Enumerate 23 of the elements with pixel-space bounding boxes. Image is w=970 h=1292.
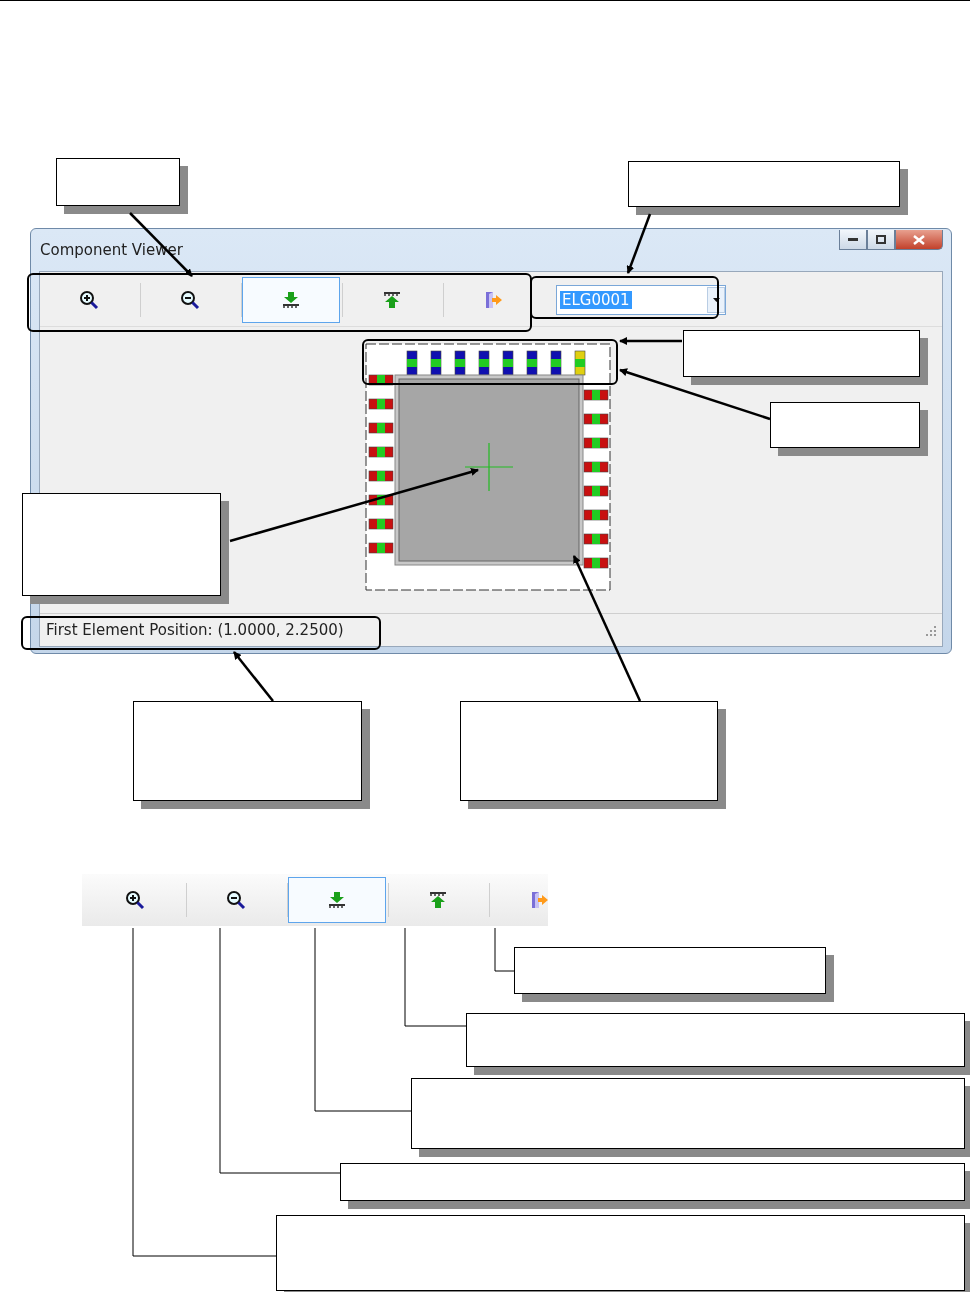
arrow-up-from-line-icon (382, 291, 402, 309)
leader-line (494, 927, 515, 972)
maximize-icon (876, 235, 886, 244)
maximize-button[interactable] (867, 230, 895, 250)
arrow-up-from-line-icon (428, 891, 448, 909)
close-button[interactable] (895, 230, 943, 250)
arrow-down-to-line-icon (327, 891, 347, 909)
close-icon (913, 234, 925, 245)
leader-arrow (619, 337, 682, 345)
arrow-down-to-line-icon (281, 291, 301, 309)
leader-arrow (626, 213, 652, 274)
resize-grip-icon (925, 624, 936, 636)
element-group-dropdown[interactable]: ELG0001 (556, 285, 726, 315)
door-arrow-icon (483, 290, 503, 310)
leader-arrow (233, 651, 274, 702)
zoom-out-icon (226, 890, 246, 910)
status-text: First Element Position: (1.0000, 2.2500) (46, 621, 344, 639)
zoom-in-icon (79, 290, 99, 310)
minimize-button[interactable] (839, 230, 867, 250)
zoom-in-icon (125, 890, 145, 910)
zoom-out-icon (180, 290, 200, 310)
minimize-icon (848, 237, 858, 242)
door-arrow-icon (529, 890, 549, 910)
